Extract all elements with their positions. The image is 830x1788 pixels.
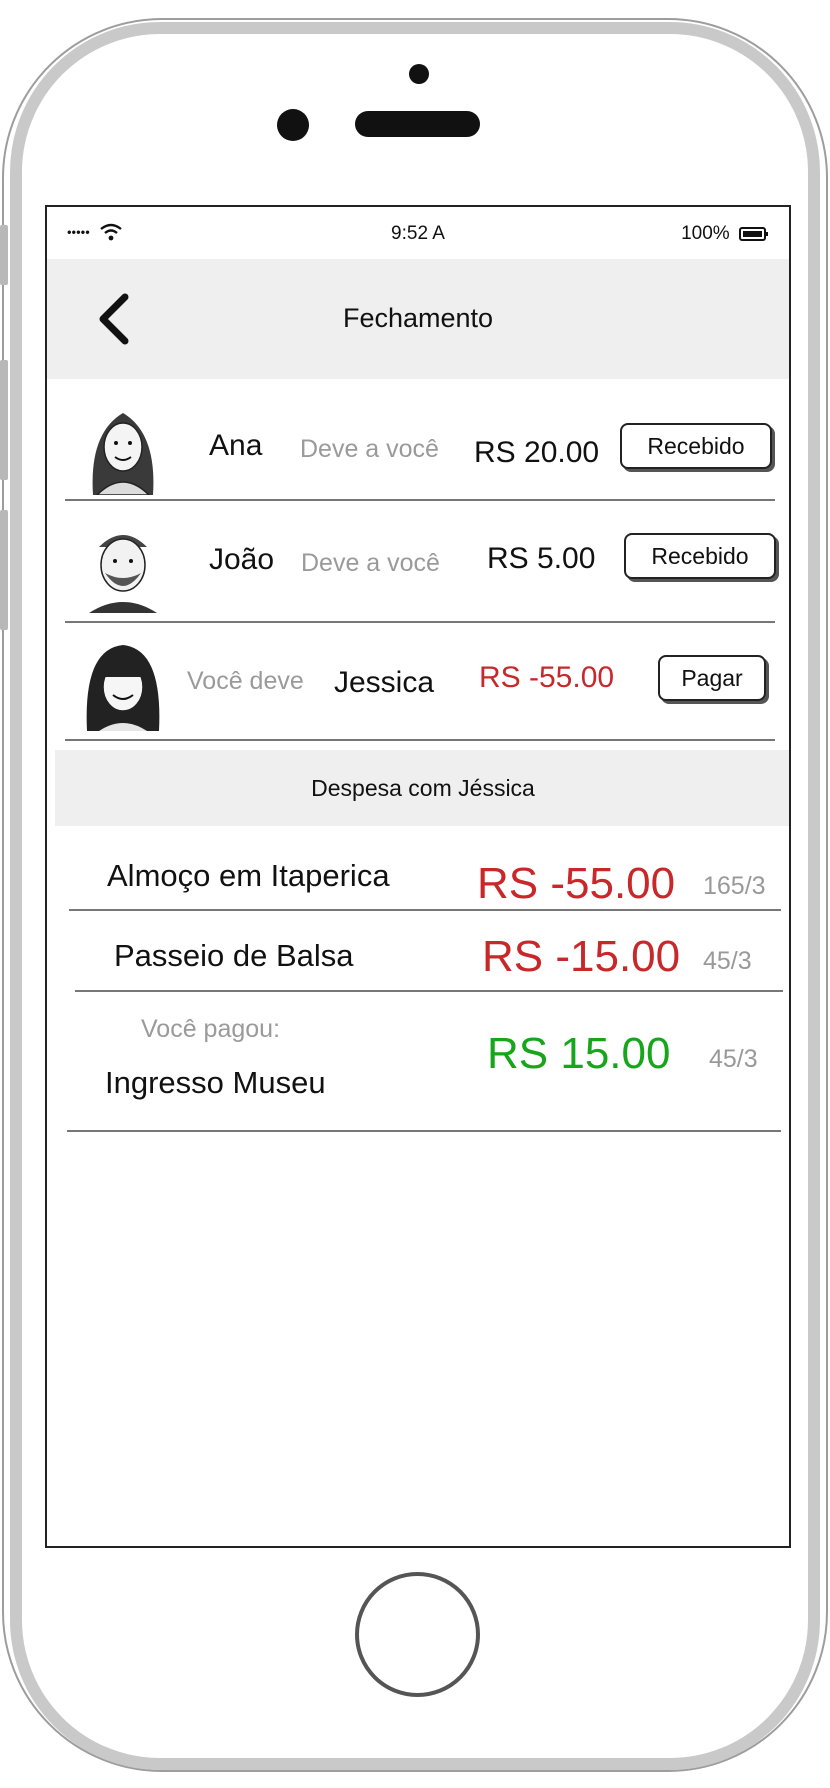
expense-name: Passeio de Balsa bbox=[114, 938, 354, 973]
expense-share: 45/3 bbox=[709, 1045, 758, 1073]
balance-amount: RS -55.00 bbox=[479, 661, 615, 694]
expense-share: 45/3 bbox=[703, 947, 752, 975]
person-portrait-icon bbox=[79, 521, 167, 613]
row-divider bbox=[75, 990, 783, 992]
person-portrait-icon bbox=[79, 639, 167, 731]
person-portrait-icon bbox=[79, 403, 167, 496]
side-button-volume-down bbox=[0, 510, 8, 630]
proximity-sensor bbox=[409, 64, 429, 84]
avatar-jessica bbox=[79, 639, 167, 731]
balance-amount: RS 20.00 bbox=[474, 436, 600, 469]
navigation-bar: Fechamento bbox=[47, 259, 789, 379]
person-name: João bbox=[209, 543, 275, 576]
received-button[interactable]: Recebido bbox=[620, 423, 772, 469]
status-bar: ••••• 9:52 A 100% bbox=[47, 207, 789, 257]
avatar-ana bbox=[79, 403, 167, 496]
expense-amount: RS -55.00 bbox=[477, 859, 676, 908]
page-title: Fechamento bbox=[342, 303, 494, 333]
expense-name: Almoço em Itaperica bbox=[107, 858, 390, 893]
battery-icon bbox=[739, 226, 768, 241]
expense-section-header: Despesa com Jéssica bbox=[55, 750, 789, 826]
row-divider bbox=[65, 621, 775, 623]
balance-amount: RS 5.00 bbox=[487, 542, 596, 575]
status-time: 9:52 A bbox=[391, 223, 445, 244]
pay-button[interactable]: Pagar bbox=[658, 655, 766, 701]
person-name: Jessica bbox=[334, 666, 435, 699]
side-button-mute bbox=[0, 225, 8, 285]
earpiece-speaker bbox=[355, 111, 480, 137]
expense-name: Ingresso Museu bbox=[105, 1065, 326, 1100]
expense-amount: RS 15.00 bbox=[487, 1029, 671, 1078]
balance-relation: Deve a você bbox=[300, 435, 439, 463]
avatar-joao bbox=[79, 521, 167, 613]
received-button[interactable]: Recebido bbox=[624, 533, 776, 579]
expense-amount: RS -15.00 bbox=[482, 932, 681, 981]
balance-relation: Deve a você bbox=[301, 549, 440, 577]
person-name: Ana bbox=[209, 429, 263, 462]
row-divider bbox=[65, 499, 775, 501]
row-divider bbox=[67, 1130, 781, 1132]
expense-share: 165/3 bbox=[703, 872, 766, 900]
battery-percent: 100% bbox=[681, 223, 730, 244]
front-camera bbox=[277, 109, 309, 141]
row-divider bbox=[69, 909, 781, 911]
battery-indicator: 100% bbox=[681, 223, 769, 245]
phone-screen: ••••• 9:52 A 100% Fechamento Ana Deve a … bbox=[45, 205, 791, 1548]
payer-note: Você pagou: bbox=[141, 1015, 281, 1043]
row-divider bbox=[65, 739, 775, 741]
balance-relation: Você deve bbox=[187, 667, 304, 695]
side-button-volume-up bbox=[0, 360, 8, 480]
home-button[interactable] bbox=[355, 1572, 480, 1697]
